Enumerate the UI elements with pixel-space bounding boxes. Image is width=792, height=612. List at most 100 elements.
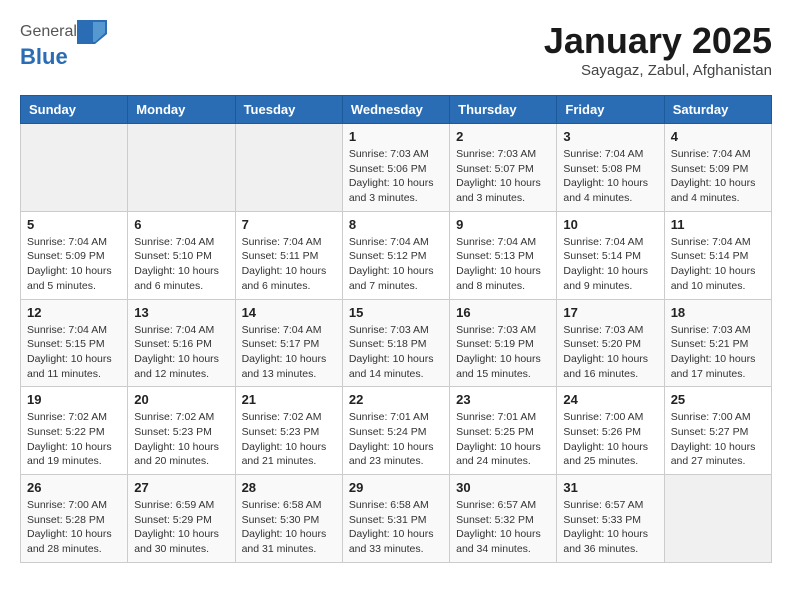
- day-detail: Sunrise: 6:59 AMSunset: 5:29 PMDaylight:…: [134, 498, 228, 557]
- day-number: 26: [27, 480, 121, 495]
- day-detail: Sunrise: 6:58 AMSunset: 5:31 PMDaylight:…: [349, 498, 443, 557]
- day-detail: Sunrise: 7:04 AMSunset: 5:09 PMDaylight:…: [27, 235, 121, 294]
- title-block: January 2025 Sayagaz, Zabul, Afghanistan: [544, 20, 772, 79]
- day-number: 15: [349, 305, 443, 320]
- day-number: 1: [349, 129, 443, 144]
- logo-blue-text: Blue: [20, 44, 68, 70]
- logo-icon: [77, 20, 107, 44]
- day-number: 12: [27, 305, 121, 320]
- calendar-cell: 31 Sunrise: 6:57 AMSunset: 5:33 PMDaylig…: [557, 475, 664, 563]
- day-number: 28: [242, 480, 336, 495]
- day-number: 24: [563, 392, 657, 407]
- calendar-cell: 1 Sunrise: 7:03 AMSunset: 5:06 PMDayligh…: [342, 124, 449, 212]
- calendar-cell: 30 Sunrise: 6:57 AMSunset: 5:32 PMDaylig…: [450, 475, 557, 563]
- day-detail: Sunrise: 7:03 AMSunset: 5:19 PMDaylight:…: [456, 323, 550, 382]
- calendar-cell: 12 Sunrise: 7:04 AMSunset: 5:15 PMDaylig…: [21, 299, 128, 387]
- calendar-cell: 24 Sunrise: 7:00 AMSunset: 5:26 PMDaylig…: [557, 387, 664, 475]
- weekday-header-monday: Monday: [128, 96, 235, 124]
- day-number: 20: [134, 392, 228, 407]
- calendar-cell: [128, 124, 235, 212]
- day-number: 14: [242, 305, 336, 320]
- day-detail: Sunrise: 7:03 AMSunset: 5:06 PMDaylight:…: [349, 147, 443, 206]
- calendar-cell: 20 Sunrise: 7:02 AMSunset: 5:23 PMDaylig…: [128, 387, 235, 475]
- calendar-cell: 18 Sunrise: 7:03 AMSunset: 5:21 PMDaylig…: [664, 299, 771, 387]
- calendar-cell: 6 Sunrise: 7:04 AMSunset: 5:10 PMDayligh…: [128, 211, 235, 299]
- day-number: 16: [456, 305, 550, 320]
- calendar-week-4: 19 Sunrise: 7:02 AMSunset: 5:22 PMDaylig…: [21, 387, 772, 475]
- page-header: General Blue January 2025 Sayagaz, Zabul…: [20, 20, 772, 79]
- calendar-cell: 7 Sunrise: 7:04 AMSunset: 5:11 PMDayligh…: [235, 211, 342, 299]
- calendar-cell: 4 Sunrise: 7:04 AMSunset: 5:09 PMDayligh…: [664, 124, 771, 212]
- day-detail: Sunrise: 7:04 AMSunset: 5:13 PMDaylight:…: [456, 235, 550, 294]
- day-detail: Sunrise: 7:04 AMSunset: 5:10 PMDaylight:…: [134, 235, 228, 294]
- day-detail: Sunrise: 7:02 AMSunset: 5:23 PMDaylight:…: [134, 410, 228, 469]
- day-detail: Sunrise: 7:04 AMSunset: 5:09 PMDaylight:…: [671, 147, 765, 206]
- calendar-cell: 25 Sunrise: 7:00 AMSunset: 5:27 PMDaylig…: [664, 387, 771, 475]
- day-detail: Sunrise: 7:02 AMSunset: 5:22 PMDaylight:…: [27, 410, 121, 469]
- day-detail: Sunrise: 7:00 AMSunset: 5:26 PMDaylight:…: [563, 410, 657, 469]
- day-detail: Sunrise: 7:00 AMSunset: 5:27 PMDaylight:…: [671, 410, 765, 469]
- calendar-week-5: 26 Sunrise: 7:00 AMSunset: 5:28 PMDaylig…: [21, 475, 772, 563]
- calendar-cell: 26 Sunrise: 7:00 AMSunset: 5:28 PMDaylig…: [21, 475, 128, 563]
- day-detail: Sunrise: 7:04 AMSunset: 5:08 PMDaylight:…: [563, 147, 657, 206]
- calendar-cell: 2 Sunrise: 7:03 AMSunset: 5:07 PMDayligh…: [450, 124, 557, 212]
- day-number: 2: [456, 129, 550, 144]
- calendar-cell: 27 Sunrise: 6:59 AMSunset: 5:29 PMDaylig…: [128, 475, 235, 563]
- calendar-table: SundayMondayTuesdayWednesdayThursdayFrid…: [20, 95, 772, 563]
- calendar-cell: 19 Sunrise: 7:02 AMSunset: 5:22 PMDaylig…: [21, 387, 128, 475]
- calendar-title: January 2025: [544, 20, 772, 62]
- weekday-header-thursday: Thursday: [450, 96, 557, 124]
- day-number: 23: [456, 392, 550, 407]
- day-number: 10: [563, 217, 657, 232]
- day-number: 11: [671, 217, 765, 232]
- calendar-cell: 13 Sunrise: 7:04 AMSunset: 5:16 PMDaylig…: [128, 299, 235, 387]
- calendar-subtitle: Sayagaz, Zabul, Afghanistan: [544, 62, 772, 79]
- calendar-cell: 14 Sunrise: 7:04 AMSunset: 5:17 PMDaylig…: [235, 299, 342, 387]
- calendar-cell: 17 Sunrise: 7:03 AMSunset: 5:20 PMDaylig…: [557, 299, 664, 387]
- calendar-cell: [21, 124, 128, 212]
- day-detail: Sunrise: 6:57 AMSunset: 5:32 PMDaylight:…: [456, 498, 550, 557]
- logo-general-text: General: [20, 23, 77, 41]
- day-number: 3: [563, 129, 657, 144]
- day-number: 22: [349, 392, 443, 407]
- day-detail: Sunrise: 7:02 AMSunset: 5:23 PMDaylight:…: [242, 410, 336, 469]
- day-detail: Sunrise: 7:04 AMSunset: 5:16 PMDaylight:…: [134, 323, 228, 382]
- calendar-cell: 8 Sunrise: 7:04 AMSunset: 5:12 PMDayligh…: [342, 211, 449, 299]
- calendar-cell: 23 Sunrise: 7:01 AMSunset: 5:25 PMDaylig…: [450, 387, 557, 475]
- day-detail: Sunrise: 7:04 AMSunset: 5:12 PMDaylight:…: [349, 235, 443, 294]
- calendar-cell: 3 Sunrise: 7:04 AMSunset: 5:08 PMDayligh…: [557, 124, 664, 212]
- calendar-header-row: SundayMondayTuesdayWednesdayThursdayFrid…: [21, 96, 772, 124]
- day-detail: Sunrise: 7:04 AMSunset: 5:17 PMDaylight:…: [242, 323, 336, 382]
- day-detail: Sunrise: 7:03 AMSunset: 5:20 PMDaylight:…: [563, 323, 657, 382]
- day-detail: Sunrise: 7:00 AMSunset: 5:28 PMDaylight:…: [27, 498, 121, 557]
- day-number: 5: [27, 217, 121, 232]
- calendar-cell: 29 Sunrise: 6:58 AMSunset: 5:31 PMDaylig…: [342, 475, 449, 563]
- day-number: 13: [134, 305, 228, 320]
- calendar-cell: 15 Sunrise: 7:03 AMSunset: 5:18 PMDaylig…: [342, 299, 449, 387]
- day-number: 27: [134, 480, 228, 495]
- calendar-week-3: 12 Sunrise: 7:04 AMSunset: 5:15 PMDaylig…: [21, 299, 772, 387]
- day-number: 19: [27, 392, 121, 407]
- day-detail: Sunrise: 6:57 AMSunset: 5:33 PMDaylight:…: [563, 498, 657, 557]
- calendar-cell: [664, 475, 771, 563]
- day-number: 25: [671, 392, 765, 407]
- calendar-week-1: 1 Sunrise: 7:03 AMSunset: 5:06 PMDayligh…: [21, 124, 772, 212]
- calendar-cell: 22 Sunrise: 7:01 AMSunset: 5:24 PMDaylig…: [342, 387, 449, 475]
- day-number: 30: [456, 480, 550, 495]
- calendar-cell: 28 Sunrise: 6:58 AMSunset: 5:30 PMDaylig…: [235, 475, 342, 563]
- day-number: 31: [563, 480, 657, 495]
- day-detail: Sunrise: 7:01 AMSunset: 5:25 PMDaylight:…: [456, 410, 550, 469]
- day-number: 21: [242, 392, 336, 407]
- day-number: 29: [349, 480, 443, 495]
- day-number: 8: [349, 217, 443, 232]
- day-number: 7: [242, 217, 336, 232]
- calendar-week-2: 5 Sunrise: 7:04 AMSunset: 5:09 PMDayligh…: [21, 211, 772, 299]
- day-number: 9: [456, 217, 550, 232]
- day-detail: Sunrise: 7:03 AMSunset: 5:18 PMDaylight:…: [349, 323, 443, 382]
- weekday-header-sunday: Sunday: [21, 96, 128, 124]
- calendar-cell: [235, 124, 342, 212]
- day-number: 6: [134, 217, 228, 232]
- weekday-header-tuesday: Tuesday: [235, 96, 342, 124]
- day-detail: Sunrise: 7:04 AMSunset: 5:14 PMDaylight:…: [671, 235, 765, 294]
- day-number: 18: [671, 305, 765, 320]
